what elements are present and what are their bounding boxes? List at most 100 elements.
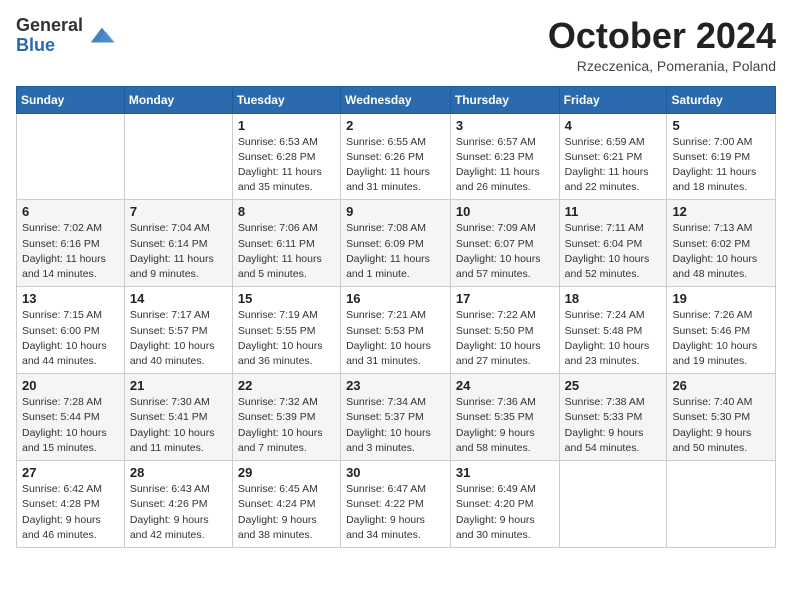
day-number: 2 xyxy=(346,118,445,133)
calendar-cell: 9 Sunrise: 7:08 AM Sunset: 6:09 PM Dayli… xyxy=(341,200,451,287)
daylight: Daylight: 11 hours and 18 minutes. xyxy=(672,166,756,193)
sunset: Sunset: 4:26 PM xyxy=(130,498,208,510)
calendar-cell: 23 Sunrise: 7:34 AM Sunset: 5:37 PM Dayl… xyxy=(341,374,451,461)
day-number: 9 xyxy=(346,204,445,219)
cell-content: Sunrise: 7:36 AM Sunset: 5:35 PM Dayligh… xyxy=(456,395,554,456)
sunset: Sunset: 6:19 PM xyxy=(672,151,750,163)
sunrise: Sunrise: 6:47 AM xyxy=(346,483,426,495)
cell-content: Sunrise: 7:04 AM Sunset: 6:14 PM Dayligh… xyxy=(130,221,227,282)
sunset: Sunset: 5:55 PM xyxy=(238,325,316,337)
logo: General Blue xyxy=(16,16,115,56)
sunrise: Sunrise: 6:53 AM xyxy=(238,136,318,148)
sunrise: Sunrise: 7:02 AM xyxy=(22,222,102,234)
day-number: 31 xyxy=(456,465,554,480)
day-of-week-header: Tuesday xyxy=(232,86,340,113)
sunset: Sunset: 4:20 PM xyxy=(456,498,534,510)
day-of-week-header: Saturday xyxy=(667,86,776,113)
daylight: Daylight: 9 hours and 38 minutes. xyxy=(238,514,317,541)
calendar-cell: 29 Sunrise: 6:45 AM Sunset: 4:24 PM Dayl… xyxy=(232,461,340,548)
sunrise: Sunrise: 7:38 AM xyxy=(565,396,645,408)
sunset: Sunset: 6:02 PM xyxy=(672,238,750,250)
cell-content: Sunrise: 6:57 AM Sunset: 6:23 PM Dayligh… xyxy=(456,135,554,196)
cell-content: Sunrise: 7:08 AM Sunset: 6:09 PM Dayligh… xyxy=(346,221,445,282)
calendar-week-row: 20 Sunrise: 7:28 AM Sunset: 5:44 PM Dayl… xyxy=(17,374,776,461)
calendar-week-row: 1 Sunrise: 6:53 AM Sunset: 6:28 PM Dayli… xyxy=(17,113,776,200)
cell-content: Sunrise: 7:09 AM Sunset: 6:07 PM Dayligh… xyxy=(456,221,554,282)
page-header: General Blue October 2024 Rzeczenica, Po… xyxy=(16,16,776,74)
daylight: Daylight: 10 hours and 31 minutes. xyxy=(346,340,431,367)
sunrise: Sunrise: 6:57 AM xyxy=(456,136,536,148)
cell-content: Sunrise: 6:47 AM Sunset: 4:22 PM Dayligh… xyxy=(346,482,445,543)
cell-content: Sunrise: 7:11 AM Sunset: 6:04 PM Dayligh… xyxy=(565,221,662,282)
day-number: 10 xyxy=(456,204,554,219)
calendar-cell: 8 Sunrise: 7:06 AM Sunset: 6:11 PM Dayli… xyxy=(232,200,340,287)
cell-content: Sunrise: 6:42 AM Sunset: 4:28 PM Dayligh… xyxy=(22,482,119,543)
day-number: 25 xyxy=(565,378,662,393)
sunrise: Sunrise: 6:43 AM xyxy=(130,483,210,495)
calendar-cell: 24 Sunrise: 7:36 AM Sunset: 5:35 PM Dayl… xyxy=(450,374,559,461)
sunrise: Sunrise: 6:55 AM xyxy=(346,136,426,148)
day-of-week-header: Sunday xyxy=(17,86,125,113)
cell-content: Sunrise: 7:19 AM Sunset: 5:55 PM Dayligh… xyxy=(238,308,335,369)
daylight: Daylight: 10 hours and 36 minutes. xyxy=(238,340,323,367)
calendar-table: SundayMondayTuesdayWednesdayThursdayFrid… xyxy=(16,86,776,548)
sunset: Sunset: 5:44 PM xyxy=(22,411,100,423)
cell-content: Sunrise: 7:13 AM Sunset: 6:02 PM Dayligh… xyxy=(672,221,770,282)
calendar-cell: 11 Sunrise: 7:11 AM Sunset: 6:04 PM Dayl… xyxy=(559,200,667,287)
daylight: Daylight: 10 hours and 19 minutes. xyxy=(672,340,757,367)
sunrise: Sunrise: 7:13 AM xyxy=(672,222,752,234)
calendar-cell: 5 Sunrise: 7:00 AM Sunset: 6:19 PM Dayli… xyxy=(667,113,776,200)
cell-content: Sunrise: 7:38 AM Sunset: 5:33 PM Dayligh… xyxy=(565,395,662,456)
cell-content: Sunrise: 7:06 AM Sunset: 6:11 PM Dayligh… xyxy=(238,221,335,282)
day-number: 11 xyxy=(565,204,662,219)
calendar-cell: 14 Sunrise: 7:17 AM Sunset: 5:57 PM Dayl… xyxy=(124,287,232,374)
sunset: Sunset: 5:33 PM xyxy=(565,411,643,423)
day-number: 18 xyxy=(565,291,662,306)
day-number: 5 xyxy=(672,118,770,133)
day-number: 28 xyxy=(130,465,227,480)
day-of-week-header: Monday xyxy=(124,86,232,113)
daylight: Daylight: 9 hours and 58 minutes. xyxy=(456,427,535,454)
calendar-cell: 28 Sunrise: 6:43 AM Sunset: 4:26 PM Dayl… xyxy=(124,461,232,548)
calendar-cell: 17 Sunrise: 7:22 AM Sunset: 5:50 PM Dayl… xyxy=(450,287,559,374)
sunrise: Sunrise: 7:34 AM xyxy=(346,396,426,408)
sunset: Sunset: 4:28 PM xyxy=(22,498,100,510)
daylight: Daylight: 10 hours and 52 minutes. xyxy=(565,253,650,280)
sunrise: Sunrise: 7:36 AM xyxy=(456,396,536,408)
calendar-cell: 30 Sunrise: 6:47 AM Sunset: 4:22 PM Dayl… xyxy=(341,461,451,548)
daylight: Daylight: 11 hours and 22 minutes. xyxy=(565,166,649,193)
sunrise: Sunrise: 7:04 AM xyxy=(130,222,210,234)
day-number: 29 xyxy=(238,465,335,480)
day-number: 21 xyxy=(130,378,227,393)
day-number: 8 xyxy=(238,204,335,219)
cell-content: Sunrise: 6:55 AM Sunset: 6:26 PM Dayligh… xyxy=(346,135,445,196)
sunrise: Sunrise: 7:09 AM xyxy=(456,222,536,234)
daylight: Daylight: 11 hours and 35 minutes. xyxy=(238,166,322,193)
day-number: 3 xyxy=(456,118,554,133)
location: Rzeczenica, Pomerania, Poland xyxy=(548,58,776,74)
day-number: 7 xyxy=(130,204,227,219)
calendar-cell: 15 Sunrise: 7:19 AM Sunset: 5:55 PM Dayl… xyxy=(232,287,340,374)
cell-content: Sunrise: 6:53 AM Sunset: 6:28 PM Dayligh… xyxy=(238,135,335,196)
day-number: 26 xyxy=(672,378,770,393)
cell-content: Sunrise: 7:22 AM Sunset: 5:50 PM Dayligh… xyxy=(456,308,554,369)
calendar-cell: 7 Sunrise: 7:04 AM Sunset: 6:14 PM Dayli… xyxy=(124,200,232,287)
day-number: 20 xyxy=(22,378,119,393)
daylight: Daylight: 10 hours and 40 minutes. xyxy=(130,340,215,367)
daylight: Daylight: 10 hours and 11 minutes. xyxy=(130,427,215,454)
sunset: Sunset: 5:39 PM xyxy=(238,411,316,423)
sunset: Sunset: 5:50 PM xyxy=(456,325,534,337)
daylight: Daylight: 9 hours and 54 minutes. xyxy=(565,427,644,454)
cell-content: Sunrise: 7:30 AM Sunset: 5:41 PM Dayligh… xyxy=(130,395,227,456)
daylight: Daylight: 11 hours and 1 minute. xyxy=(346,253,430,280)
daylight: Daylight: 11 hours and 9 minutes. xyxy=(130,253,214,280)
calendar-week-row: 27 Sunrise: 6:42 AM Sunset: 4:28 PM Dayl… xyxy=(17,461,776,548)
calendar-cell: 3 Sunrise: 6:57 AM Sunset: 6:23 PM Dayli… xyxy=(450,113,559,200)
sunrise: Sunrise: 7:40 AM xyxy=(672,396,752,408)
sunset: Sunset: 6:26 PM xyxy=(346,151,424,163)
calendar-cell: 1 Sunrise: 6:53 AM Sunset: 6:28 PM Dayli… xyxy=(232,113,340,200)
daylight: Daylight: 10 hours and 27 minutes. xyxy=(456,340,541,367)
month-title: October 2024 xyxy=(548,16,776,56)
sunrise: Sunrise: 7:11 AM xyxy=(565,222,644,234)
daylight: Daylight: 11 hours and 26 minutes. xyxy=(456,166,540,193)
